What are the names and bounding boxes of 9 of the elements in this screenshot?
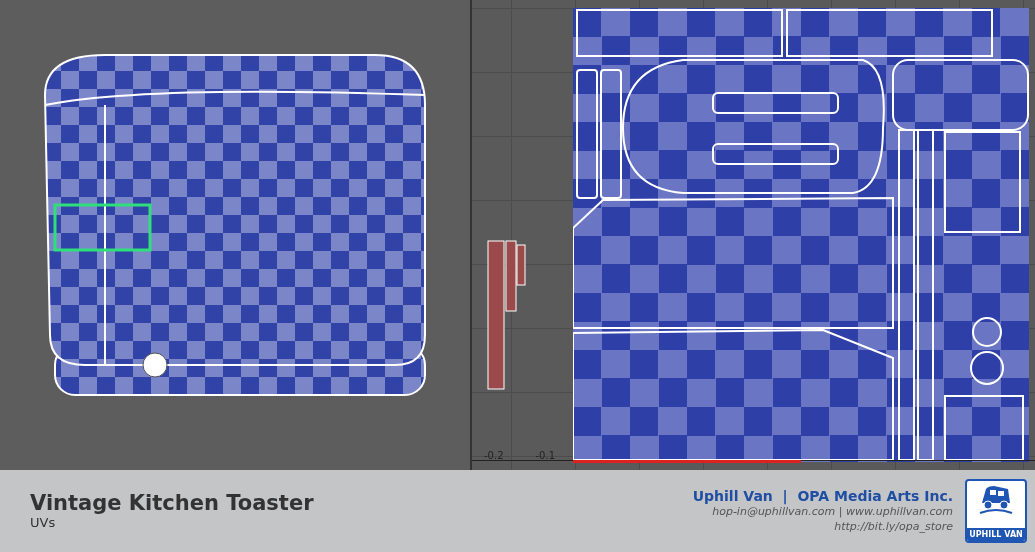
axis-label: -0.2 (484, 450, 504, 461)
credit-line: Uphill Van | OPA Media Arts Inc. (692, 487, 953, 504)
uv-editor-canvas[interactable]: -0.2 -0.1 (472, 0, 1035, 470)
store-link[interactable]: http://bit.ly/opa_store (834, 519, 953, 535)
title: Vintage Kitchen Toaster (30, 491, 314, 516)
logo-text: UPHILL VAN (967, 528, 1025, 541)
contact-line: hop-in@uphillvan.com | www.uphillvan.com (712, 504, 953, 519)
axis-label: -0.1 (535, 450, 556, 461)
subtitle: UVs (30, 515, 57, 531)
